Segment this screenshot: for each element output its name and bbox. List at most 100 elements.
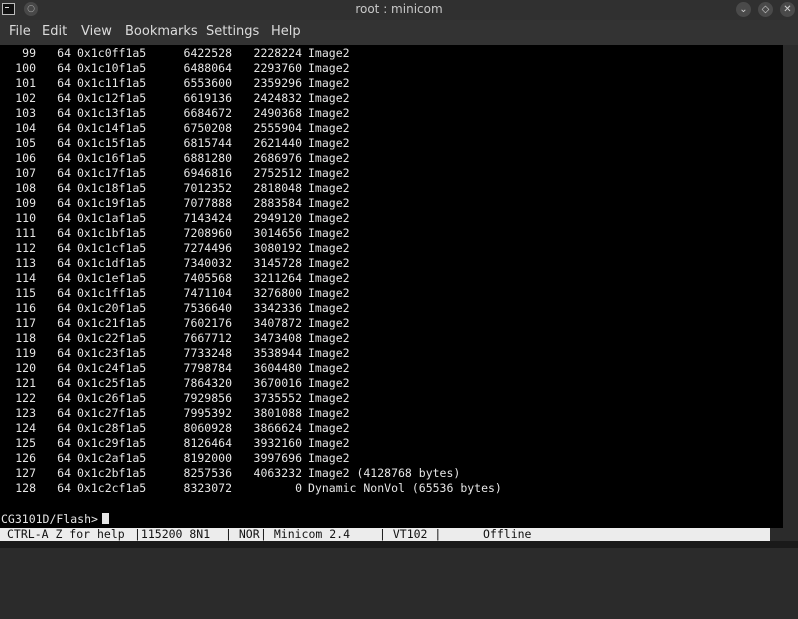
- row-block-size: 64: [57, 136, 71, 150]
- minimize-button[interactable]: ⌄: [736, 2, 751, 17]
- row-offset: 7405568: [183, 271, 232, 285]
- terminal-line: 125 64 0x1c29f1a5 8126464 3932160 Image2: [0, 436, 783, 451]
- row-address: 0x1c13f1a5: [77, 106, 147, 120]
- terminal-line: 121 64 0x1c25f1a5 7864320 3670016 Image2: [0, 376, 783, 391]
- row-address: 0x1c15f1a5: [77, 136, 147, 150]
- row-block-size: 64: [57, 181, 71, 195]
- diamond-icon: ◇: [761, 4, 770, 15]
- row-index: 108: [15, 181, 36, 195]
- menu-edit[interactable]: Edit: [42, 24, 67, 39]
- row-index: 112: [15, 241, 36, 255]
- row-size: 2490368: [253, 106, 302, 120]
- maximize-button[interactable]: ◇: [758, 2, 773, 17]
- row-address: 0x1c27f1a5: [77, 406, 147, 420]
- row-size: 3473408: [253, 331, 302, 345]
- row-size: 2555904: [253, 121, 302, 135]
- row-size: 2359296: [253, 76, 302, 90]
- row-address: 0x1c1bf1a5: [77, 226, 147, 240]
- row-offset: 6619136: [183, 91, 232, 105]
- menu-file[interactable]: File: [9, 24, 31, 39]
- row-address: 0x1c11f1a5: [77, 76, 147, 90]
- menu-bookmarks[interactable]: Bookmarks: [125, 24, 198, 39]
- row-label: Image2: [308, 346, 350, 360]
- row-index: 102: [15, 91, 36, 105]
- row-offset: 7274496: [183, 241, 232, 255]
- status-bar: CTRL-A Z for help |115200 8N1 | NOR | Mi…: [0, 528, 770, 541]
- terminal-output[interactable]: CG3101D/Flash> 99 64 0x1c0ff1a5 6422528 2228…: [0, 45, 783, 528]
- row-offset: 6946816: [183, 166, 232, 180]
- terminal-line: 101 64 0x1c11f1a5 6553600 2359296 Image2: [0, 76, 783, 91]
- row-offset: 8126464: [183, 436, 232, 450]
- status-port: |115200 8N1: [134, 527, 211, 541]
- row-block-size: 64: [57, 481, 71, 495]
- row-label: Image2: [308, 76, 350, 90]
- text-cursor: [101, 513, 109, 524]
- row-offset: 7536640: [183, 301, 232, 315]
- row-block-size: 64: [57, 301, 71, 315]
- row-address: 0x1c29f1a5: [77, 436, 147, 450]
- row-index: 100: [15, 61, 36, 75]
- row-address: 0x1c23f1a5: [77, 346, 147, 360]
- row-index: 111: [15, 226, 36, 240]
- terminal-line: 104 64 0x1c14f1a5 6750208 2555904 Image2: [0, 121, 783, 136]
- terminal-line: 99 64 0x1c0ff1a5 6422528 2228224 Image2: [0, 46, 783, 61]
- window-title: root : minicom: [355, 2, 443, 16]
- row-block-size: 64: [57, 106, 71, 120]
- row-size: 3342336: [253, 301, 302, 315]
- row-label: Image2: [308, 121, 350, 135]
- row-size: 3604480: [253, 361, 302, 375]
- row-block-size: 64: [57, 376, 71, 390]
- row-index: 125: [15, 436, 36, 450]
- row-address: 0x1c25f1a5: [77, 376, 147, 390]
- row-block-size: 64: [57, 121, 71, 135]
- row-label: Image2: [308, 256, 350, 270]
- row-label: Dynamic NonVol (65536 bytes): [308, 481, 502, 495]
- menu-settings[interactable]: Settings: [206, 24, 259, 39]
- vertical-scrollbar[interactable]: [783, 45, 798, 528]
- row-index: 113: [15, 256, 36, 270]
- row-size: 2752512: [253, 166, 302, 180]
- row-address: 0x1c2cf1a5: [77, 481, 147, 495]
- row-address: 0x1c1cf1a5: [77, 241, 147, 255]
- row-offset: 6881280: [183, 151, 232, 165]
- row-size: 3407872: [253, 316, 302, 330]
- terminal-line: 102 64 0x1c12f1a5 6619136 2424832 Image2: [0, 91, 783, 106]
- row-offset: 7012352: [183, 181, 232, 195]
- row-size: 2228224: [253, 46, 302, 60]
- row-label: Image2: [308, 421, 350, 435]
- menu-help[interactable]: Help: [271, 24, 301, 39]
- row-label: Image2: [308, 136, 350, 150]
- row-block-size: 64: [57, 196, 71, 210]
- row-offset: 7208960: [183, 226, 232, 240]
- row-offset: 6553600: [183, 76, 232, 90]
- row-address: 0x1c10f1a5: [77, 61, 147, 75]
- status-version: | Minicom 2.4: [260, 527, 351, 541]
- row-label: Image2: [308, 316, 350, 330]
- row-offset: 7471104: [183, 286, 232, 300]
- row-address: 0x1c21f1a5: [77, 316, 147, 330]
- menu-view[interactable]: View: [81, 24, 112, 39]
- row-block-size: 64: [57, 451, 71, 465]
- row-block-size: 64: [57, 391, 71, 405]
- terminal-line: 118 64 0x1c22f1a5 7667712 3473408 Image2: [0, 331, 783, 346]
- terminal-line: 114 64 0x1c1ef1a5 7405568 3211264 Image2: [0, 271, 783, 286]
- row-size: 3014656: [253, 226, 302, 240]
- row-size: 3276800: [253, 286, 302, 300]
- row-offset: 8257536: [183, 466, 232, 480]
- row-offset: 6750208: [183, 121, 232, 135]
- row-offset: 7602176: [183, 316, 232, 330]
- row-block-size: 64: [57, 436, 71, 450]
- row-index: 114: [15, 271, 36, 285]
- command-prompt[interactable]: CG3101D/Flash>: [1, 512, 109, 527]
- row-offset: 8323072: [183, 481, 232, 495]
- row-offset: 7995392: [183, 406, 232, 420]
- close-button[interactable]: ✕: [780, 2, 795, 17]
- row-index: 107: [15, 166, 36, 180]
- row-label: Image2: [308, 331, 350, 345]
- row-size: 0: [295, 481, 302, 495]
- row-index: 104: [15, 121, 36, 135]
- row-size: 2949120: [253, 211, 302, 225]
- status-mode: | NOR: [225, 527, 260, 541]
- row-address: 0x1c1ff1a5: [77, 286, 147, 300]
- row-address: 0x1c12f1a5: [77, 91, 147, 105]
